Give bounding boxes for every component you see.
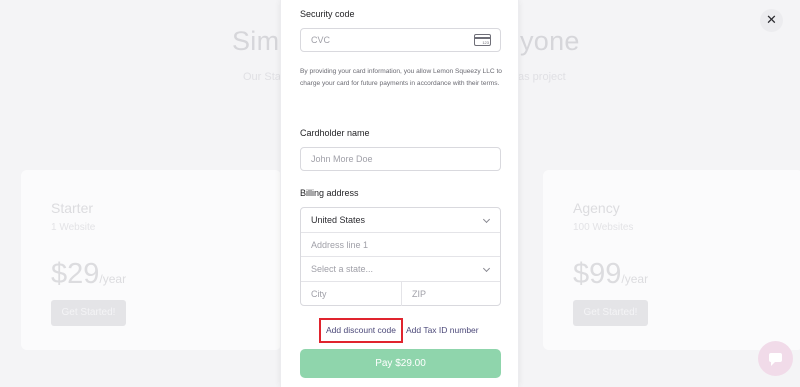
chevron-down-icon [482, 264, 491, 273]
security-code-label: Security code [300, 9, 355, 19]
city-placeholder: City [311, 288, 327, 299]
cvc-input[interactable]: CVC 123 [300, 28, 501, 52]
zip-input[interactable]: ZIP [401, 281, 502, 306]
address-placeholder: Address line 1 [311, 239, 369, 250]
city-zip-row: City ZIP [301, 281, 502, 307]
zip-placeholder: ZIP [412, 288, 427, 299]
add-discount-code-link[interactable]: Add discount code [319, 318, 403, 343]
extra-links: Add discount code Add Tax ID number [281, 318, 520, 343]
card-terms-text: By providing your card information, you … [300, 68, 502, 87]
state-placeholder: Select a state... [311, 264, 374, 274]
address-line-input[interactable]: Address line 1 [301, 233, 500, 257]
chat-bubble-icon[interactable] [758, 341, 793, 376]
checkout-modal: Security code CVC 123 By providing your … [280, 0, 519, 387]
city-input[interactable]: City [301, 282, 401, 307]
card-cvc-icon: 123 [474, 34, 491, 46]
billing-address-label: Billing address [300, 188, 359, 198]
chat-icon [769, 353, 782, 366]
close-icon[interactable]: ✕ [760, 9, 783, 32]
cardholder-name-input[interactable]: John More Doe [300, 147, 501, 171]
billing-address-group: United States Address line 1 Select a st… [300, 207, 501, 306]
pay-button[interactable]: Pay $29.00 [300, 349, 501, 378]
add-tax-id-link[interactable]: Add Tax ID number [406, 320, 479, 341]
country-select[interactable]: United States [301, 208, 500, 233]
cvc-placeholder: CVC [311, 35, 331, 45]
country-value: United States [311, 215, 366, 225]
cardholder-placeholder: John More Doe [311, 154, 373, 164]
cardholder-label: Cardholder name [300, 128, 370, 138]
chevron-down-icon [482, 215, 491, 224]
state-select[interactable]: Select a state... [301, 257, 500, 282]
